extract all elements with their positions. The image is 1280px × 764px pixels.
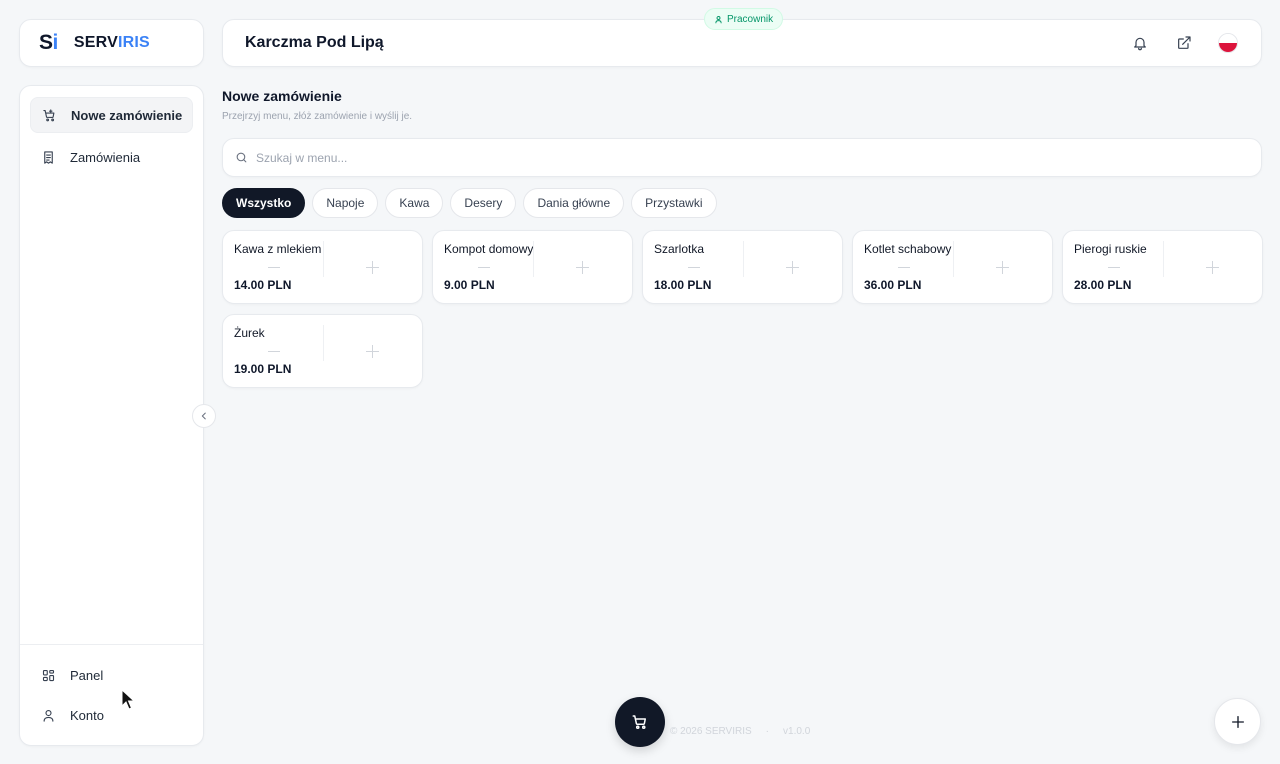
sidebar-item-label: Nowe zamówienie — [71, 107, 183, 123]
receipt-icon — [44, 150, 53, 164]
sidebar-item-account[interactable]: Konto — [30, 697, 193, 733]
product-card[interactable]: Żurek 19.00 PLN — [222, 314, 423, 388]
page-title: Nowe zamówienie — [222, 88, 342, 104]
card-divider — [953, 241, 954, 277]
search-icon — [236, 152, 247, 163]
sidebar-item-label: Panel — [70, 667, 104, 683]
logo[interactable]: Si SERVIRIS — [19, 19, 204, 67]
category-chip-starters[interactable]: Przystawki — [631, 188, 717, 218]
product-card[interactable]: Kotlet schabowy 36.00 PLN — [852, 230, 1053, 304]
decrease-quantity-button[interactable] — [268, 351, 280, 352]
role-badge: Pracownik — [704, 8, 784, 30]
product-price: 18.00 PLN — [654, 278, 712, 292]
category-chip-desserts[interactable]: Desery — [450, 188, 517, 218]
chevron-left-icon — [201, 412, 206, 420]
increase-quantity-button[interactable] — [576, 261, 590, 275]
card-divider — [1163, 241, 1164, 277]
search-input[interactable] — [256, 150, 1156, 165]
product-grid: Kawa z mlekiem 14.00 PLN Kompot domowy 9… — [222, 230, 1263, 388]
dashboard-grid-icon — [42, 669, 55, 681]
category-chip-all[interactable]: Wszystko — [222, 188, 306, 218]
user-icon — [715, 15, 722, 23]
product-price: 14.00 PLN — [234, 278, 292, 292]
mouse-pointer-icon — [121, 689, 135, 710]
decrease-quantity-button[interactable] — [688, 267, 700, 268]
increase-quantity-button[interactable] — [1206, 261, 1220, 275]
sidebar-nav: Nowe zamówienie Zamówienia — [20, 86, 203, 175]
cart-plus-icon — [43, 108, 55, 121]
footer: © 2026 SERVIRIS · v1.0.0 — [670, 726, 810, 737]
product-price: 19.00 PLN — [234, 362, 292, 376]
poland-flag-icon — [1218, 33, 1238, 53]
footer-separator: · — [765, 726, 770, 737]
category-chip-mains[interactable]: Dania główne — [523, 188, 625, 218]
product-card[interactable]: Kawa z mlekiem 14.00 PLN — [222, 230, 423, 304]
decrease-quantity-button[interactable] — [478, 267, 490, 268]
cart-icon — [632, 715, 646, 730]
sidebar-item-panel[interactable]: Panel — [30, 657, 193, 693]
logo-text: SERVIRIS — [73, 34, 150, 51]
notifications-button[interactable] — [1129, 32, 1151, 54]
increase-quantity-button[interactable] — [366, 261, 380, 275]
sidebar-item-label: Zamówienia — [70, 149, 141, 165]
plus-icon — [1231, 715, 1244, 728]
bell-icon — [1134, 37, 1146, 51]
header-actions — [1129, 32, 1239, 54]
add-button[interactable] — [1214, 698, 1261, 745]
decrease-quantity-button[interactable] — [1108, 267, 1120, 268]
decrease-quantity-button[interactable] — [898, 267, 910, 268]
increase-quantity-button[interactable] — [366, 345, 380, 359]
increase-quantity-button[interactable] — [996, 261, 1010, 275]
logo-mark: Si — [39, 31, 58, 54]
increase-quantity-button[interactable] — [786, 261, 800, 275]
product-price: 36.00 PLN — [864, 278, 922, 292]
sidebar-item-new-order[interactable]: Nowe zamówienie — [30, 97, 193, 133]
product-card[interactable]: Kompot domowy 9.00 PLN — [432, 230, 633, 304]
sidebar-item-label: Konto — [70, 707, 104, 723]
category-chip-drinks[interactable]: Napoje — [312, 188, 379, 218]
restaurant-name: Karczma Pod Lipą — [245, 34, 384, 51]
search-bar — [222, 138, 1262, 177]
cart-button[interactable] — [615, 697, 665, 747]
card-divider — [323, 241, 324, 277]
decrease-quantity-button[interactable] — [268, 267, 280, 268]
role-badge-label: Pracownik — [727, 13, 774, 25]
sidebar: Nowe zamówienie Zamówienia Panel Konto — [19, 85, 204, 746]
copyright-text: © 2026 SERVIRIS — [670, 726, 752, 737]
external-link-icon — [1178, 36, 1191, 49]
product-price: 9.00 PLN — [444, 278, 495, 292]
open-external-button[interactable] — [1173, 32, 1195, 54]
product-price: 28.00 PLN — [1074, 278, 1132, 292]
category-chip-coffee[interactable]: Kawa — [385, 188, 444, 218]
product-card[interactable]: Szarlotka 18.00 PLN — [642, 230, 843, 304]
card-divider — [323, 325, 324, 361]
language-button[interactable] — [1217, 32, 1239, 54]
card-divider — [743, 241, 744, 277]
sidebar-footer: Panel Konto — [20, 644, 203, 745]
sidebar-item-orders[interactable]: Zamówienia — [30, 139, 193, 175]
card-divider — [533, 241, 534, 277]
user-icon — [43, 709, 54, 722]
page-subtitle: Przejrzyj menu, złóż zamówienie i wyślij… — [222, 111, 413, 122]
sidebar-collapse-button[interactable] — [192, 404, 216, 428]
version-text: v1.0.0 — [783, 726, 811, 737]
product-card[interactable]: Pierogi ruskie 28.00 PLN — [1062, 230, 1263, 304]
category-filters: Wszystko Napoje Kawa Desery Dania główne… — [222, 188, 717, 218]
